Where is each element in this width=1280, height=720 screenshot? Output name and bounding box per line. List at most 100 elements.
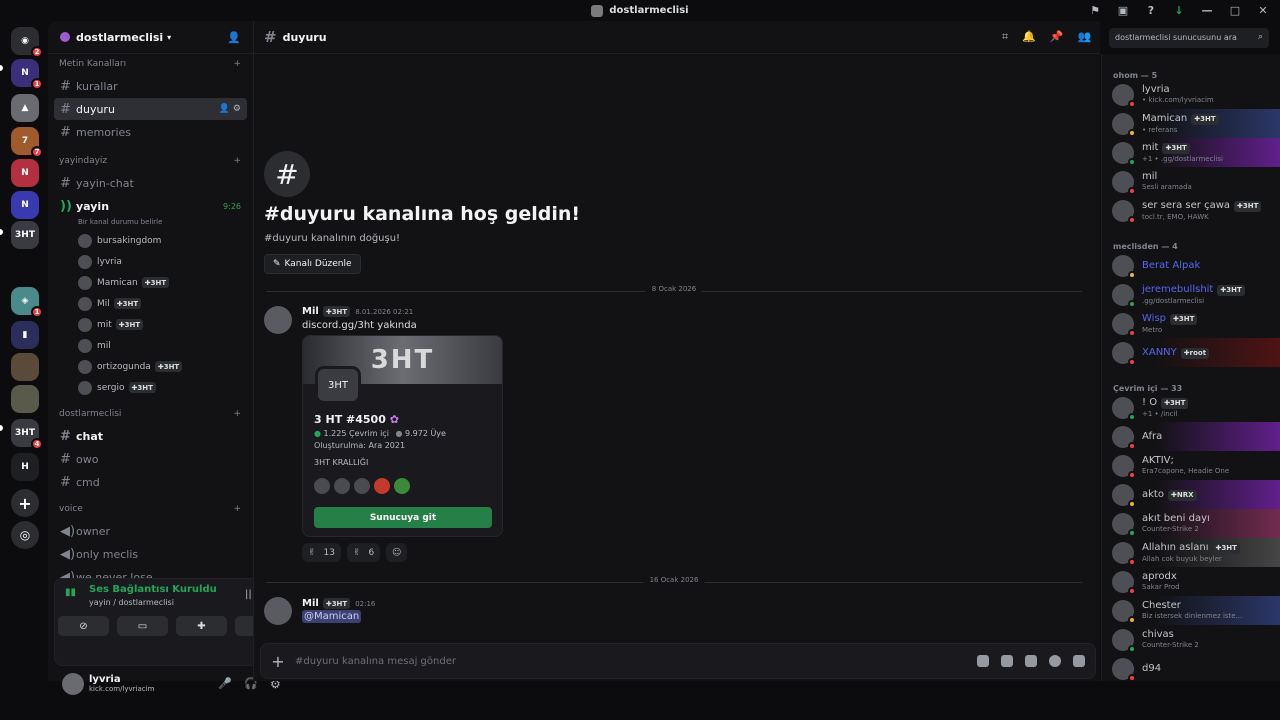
member-item[interactable]: mil Sesli aramada [1102,167,1280,196]
server-icon[interactable]: ◈ 1 [11,287,43,318]
server-icon[interactable]: 3HT [11,221,39,249]
server-icon[interactable]: 3HT 4 [11,419,43,450]
voice-user[interactable]: Mil ✚ 3HT [48,293,253,314]
voice-user[interactable]: sergio ✚ 3HT [48,377,253,398]
minimize-icon[interactable]: — [1200,3,1214,17]
flag-icon[interactable]: ⚑ [1088,3,1102,17]
server-folder-icon[interactable]: H [11,453,39,481]
channel-memories[interactable]: # memories [54,121,247,143]
voice-user[interactable]: mit ✚ 3HT [48,314,253,335]
add-channel-icon[interactable]: + [233,504,241,514]
voice-user[interactable]: mil [48,335,253,356]
member-list-icon[interactable]: 👥 [1078,30,1092,44]
server-icon[interactable]: N [11,159,39,187]
add-channel-icon[interactable]: + [233,59,241,69]
guild-tag[interactable]: ✚ 3HT [322,598,351,609]
username[interactable]: lyvria [89,674,154,685]
download-icon[interactable]: ↓ [1172,3,1186,17]
add-reaction-button[interactable]: ☺ [386,543,408,562]
microphone-icon[interactable]: 🎤 [218,677,232,690]
member-item[interactable]: Wisp ✚ 3HT Metro [1102,309,1280,338]
emoji-picker-icon[interactable] [1049,655,1061,667]
server-icon[interactable]: ▲ [11,94,39,122]
channel-chat[interactable]: # chat [54,425,247,447]
add-channel-icon[interactable]: + [233,409,241,419]
edit-channel-button[interactable]: ✎ Kanalı Düzenle [264,254,361,274]
channel-kurallar[interactable]: # kurallar [54,75,247,97]
voice-status[interactable]: Ses Bağlantısı Kuruldu [89,584,217,595]
member-item[interactable]: aprodx Sakar Prod [1102,567,1280,596]
threads-icon[interactable]: ⌗ [1002,30,1008,44]
voice-user[interactable]: lyvria [48,251,253,272]
gif-icon[interactable] [1001,655,1013,667]
voice-user[interactable]: bursakingdom [48,230,253,251]
avatar[interactable] [264,306,292,334]
voice-channel-only-meclis[interactable]: ◀) only meclis [54,543,247,565]
member-item[interactable]: chivas Counter-Strike 2 [1102,625,1280,654]
sticker-icon[interactable] [1025,655,1037,667]
inbox-icon[interactable]: ▣ [1116,3,1130,17]
channel-yayin-chat[interactable]: # yayin-chat [54,172,247,194]
member-item[interactable]: Allahın aslanı ✚ 3HT Allah cok buyuk beyle… [1102,538,1280,567]
category-header[interactable]: yayindayiz + [48,151,253,171]
help-icon[interactable]: ? [1144,3,1158,17]
reaction[interactable]: ✌ 13 [302,543,341,562]
message-author[interactable]: Mil ✚ 3HT 8.01.2026 02:21 [302,306,413,317]
screen-share-button[interactable]: ▭ [117,616,168,636]
discord-home-icon[interactable]: ◉ 2 [11,27,43,58]
camera-button[interactable]: ⊘ [58,616,109,636]
voice-channel-yayin[interactable]: )) yayin 9:26 [54,195,247,217]
member-item[interactable]: mit ✚ 3HT +1 • .gg/dostlarmeclisi [1102,138,1280,167]
channel-settings-icon[interactable]: 👤 ⚙ [219,104,241,114]
folder-icon[interactable]: ▮ [11,321,39,349]
join-server-button[interactable]: Sunucuya git [314,507,492,528]
avatar[interactable] [264,597,292,625]
category-header[interactable]: voice + [48,499,253,519]
category-header[interactable]: dostlarmeclisi + [48,404,253,424]
message-author[interactable]: Mil ✚ 3HT 02:16 [302,598,375,609]
voice-user[interactable]: ortizogunda ✚ 3HT [48,356,253,377]
member-item[interactable]: Mamican ✚ 3HT • referans [1102,109,1280,138]
pin-icon[interactable]: 📌 [1050,30,1064,44]
channel-cmd[interactable]: # cmd [54,471,247,493]
attach-plus-icon[interactable]: + [261,652,295,671]
category-header[interactable]: Metin Kanalları + [48,54,253,74]
avatar[interactable] [62,672,84,695]
member-item[interactable]: Afra [1102,422,1280,451]
voice-location[interactable]: yayin / dostlarmeclisi [89,598,174,607]
member-item[interactable]: ! O ✚ 3HT +1 • /incil [1102,393,1280,422]
invite-people-icon[interactable]: 👤 [227,31,241,44]
channel-duyuru[interactable]: # duyuru 👤 ⚙ [54,98,247,120]
apps-icon[interactable] [1073,655,1085,667]
close-icon[interactable]: ✕ [1256,3,1270,17]
member-item[interactable]: AKTIV; Era7capone, Headie One [1102,451,1280,480]
member-item[interactable]: akto ✚ NRX [1102,480,1280,509]
message-input[interactable] [295,655,977,667]
server-icon[interactable] [11,353,39,381]
search-input[interactable]: dostlarmeclisi sunucusunu ara ⌕ [1109,28,1269,48]
member-item[interactable]: ser sera ser çawa ✚ 3HT tocl.tr, EMO, HAWK [1102,196,1280,225]
gift-icon[interactable] [977,655,989,667]
signal-icon[interactable]: ▮▮ [65,587,76,598]
reaction[interactable]: ✌ 6 [347,543,381,562]
member-item[interactable]: jeremebullshit ✚ 3HT .gg/dostlarmeclisi [1102,280,1280,309]
member-item[interactable]: lyvria • kick.com/lyvriacim [1102,80,1280,109]
add-server-icon[interactable]: + [11,489,39,517]
server-icon[interactable]: N1 [11,59,43,90]
server-header[interactable]: dostlarmeclisi ▾ 👤 [48,21,253,54]
notification-bell-icon[interactable]: 🔔 [1022,30,1036,44]
member-item[interactable]: Chester Biz istersek dinlenmez iste... [1102,596,1280,625]
guild-tag[interactable]: ✚ 3HT [322,306,351,317]
author-name[interactable]: Mil [302,598,319,609]
server-icon[interactable]: 77 [11,127,43,158]
user-mention[interactable]: @Mamican [302,610,362,623]
member-item[interactable]: XANNY ✚ root [1102,338,1280,367]
maximize-icon[interactable]: □ [1228,3,1242,17]
activities-button[interactable]: ✚ [176,616,227,636]
explore-icon[interactable]: ◎ [11,521,39,549]
server-icon[interactable] [11,385,39,413]
channel-owo[interactable]: # owo [54,448,247,470]
member-item[interactable]: d94 [1102,654,1280,681]
author-name[interactable]: Mil [302,306,319,317]
member-item[interactable]: akıt beni dayı Counter-Strike 2 [1102,509,1280,538]
